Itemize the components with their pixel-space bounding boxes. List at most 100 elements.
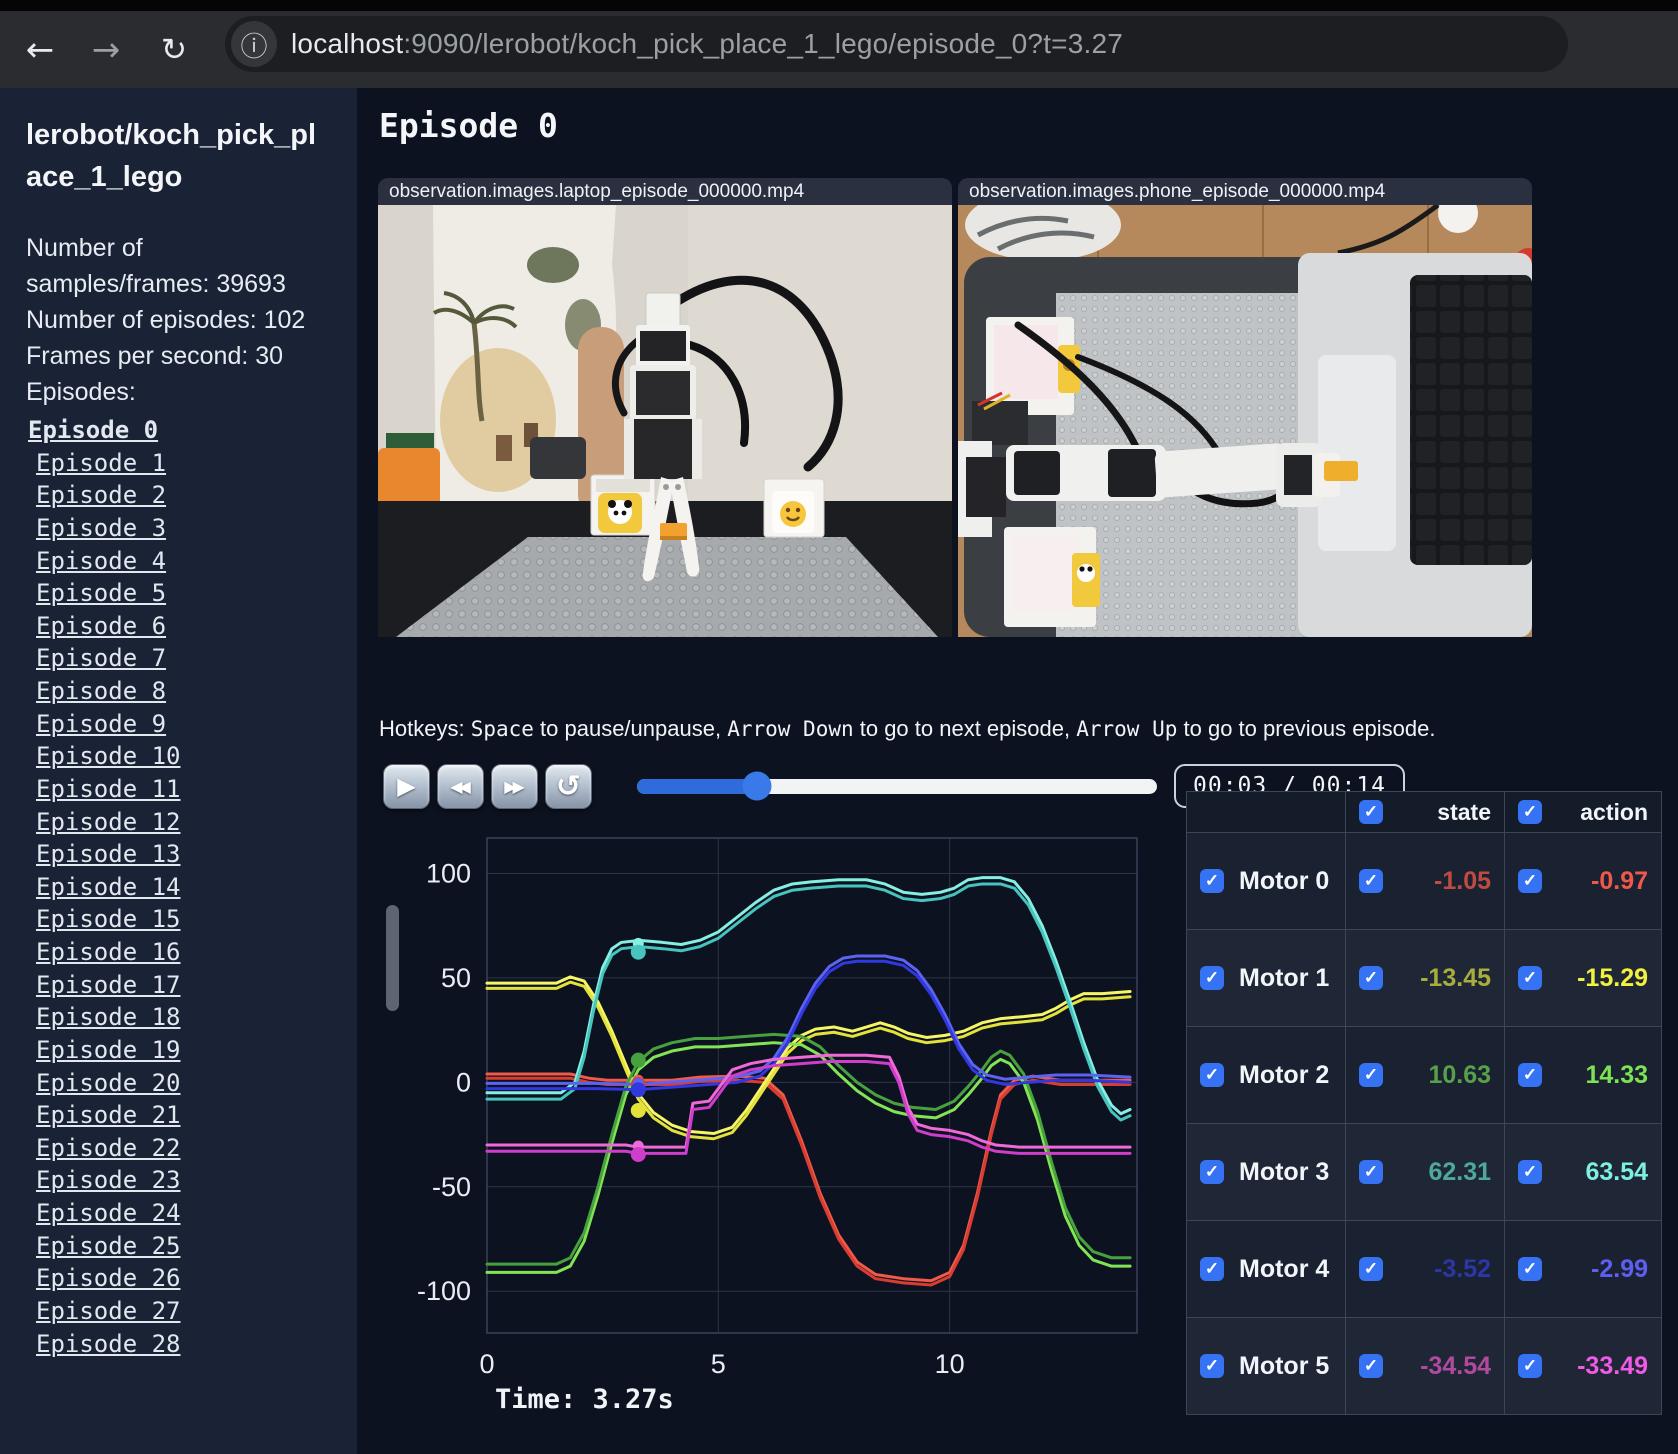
state-value: 10.63 bbox=[1428, 1060, 1491, 1089]
sidebar-episode-link[interactable]: Episode 6 bbox=[26, 610, 335, 643]
sidebar-episode-link[interactable]: Episode 20 bbox=[26, 1067, 335, 1100]
checkbox-checked[interactable]: ✓ bbox=[1518, 1354, 1542, 1378]
checkbox-checked[interactable]: ✓ bbox=[1359, 1257, 1383, 1281]
sidebar-episode-link[interactable]: Episode 4 bbox=[26, 545, 335, 578]
state-cell: ✓ -34.54 bbox=[1345, 1317, 1505, 1415]
address-bar[interactable]: ⓘ localhost:9090/lerobot/koch_pick_place… bbox=[225, 16, 1568, 72]
checkbox-checked[interactable]: ✓ bbox=[1518, 800, 1542, 824]
sidebar-episode-link[interactable]: Episode 25 bbox=[26, 1230, 335, 1263]
motor-row: ✓ Motor 2 ✓ 10.63 ✓ 14.33 bbox=[1186, 1026, 1662, 1124]
sidebar-episode-link[interactable]: Episode 16 bbox=[26, 936, 335, 969]
scrollbar-thumb[interactable] bbox=[386, 905, 399, 1011]
browser-back-icon[interactable]: ← bbox=[10, 11, 70, 88]
dataset-info-line: samples/frames: 39693 bbox=[26, 270, 286, 299]
checkbox-checked[interactable]: ✓ bbox=[1518, 869, 1542, 893]
sidebar-episode-link[interactable]: Episode 2 bbox=[26, 479, 335, 512]
column-header-action: ✓ action bbox=[1504, 791, 1662, 833]
sidebar-episode-link[interactable]: Episode 18 bbox=[26, 1001, 335, 1034]
sidebar-episode-link[interactable]: Episode 3 bbox=[26, 512, 335, 545]
motor-chart[interactable]: 100 50 0 -50 -100 0 5 10 bbox=[375, 788, 1155, 1433]
checkbox-checked[interactable]: ✓ bbox=[1359, 1063, 1383, 1087]
motor-name-cell: ✓ Motor 0 bbox=[1186, 832, 1346, 930]
laptop-video[interactable] bbox=[378, 205, 952, 637]
window-top-strip bbox=[0, 0, 1678, 11]
site-info-icon[interactable]: ⓘ bbox=[231, 21, 277, 67]
checkbox-checked[interactable]: ✓ bbox=[1359, 1160, 1383, 1184]
sidebar-episode-link[interactable]: Episode 17 bbox=[26, 969, 335, 1002]
main-content: Episode 0 observation.images.laptop_epis… bbox=[357, 88, 1678, 1454]
action-value: -2.99 bbox=[1591, 1254, 1648, 1283]
svg-text:0: 0 bbox=[479, 1349, 494, 1379]
checkbox-checked[interactable]: ✓ bbox=[1359, 1354, 1383, 1378]
sidebar-episode-link[interactable]: Episode 23 bbox=[26, 1164, 335, 1197]
motor-name-cell: ✓ Motor 1 bbox=[1186, 929, 1346, 1027]
laptop-video-card[interactable]: observation.images.laptop_episode_000000… bbox=[378, 178, 952, 637]
state-value: 62.31 bbox=[1428, 1157, 1491, 1186]
hotkeys-prefix: Hotkeys: bbox=[379, 716, 471, 741]
laptop-video-caption: observation.images.laptop_episode_000000… bbox=[378, 178, 952, 205]
sidebar-episode-link[interactable]: Episode 8 bbox=[26, 675, 335, 708]
browser-forward-icon[interactable]: → bbox=[76, 11, 136, 88]
motor-name-cell: ✓ Motor 5 bbox=[1186, 1317, 1346, 1415]
checkbox-checked[interactable]: ✓ bbox=[1200, 1354, 1224, 1378]
page-title: Episode 0 bbox=[379, 106, 558, 145]
sidebar-episode-link[interactable]: Episode 13 bbox=[26, 838, 335, 871]
svg-text:50: 50 bbox=[441, 963, 471, 993]
sidebar-episode-link[interactable]: Episode 11 bbox=[26, 773, 335, 806]
sidebar-episode-link[interactable]: Episode 19 bbox=[26, 1034, 335, 1067]
chart-time-label: Time: 3.27s bbox=[495, 1384, 674, 1415]
hotkey-arrow-down: Arrow Down bbox=[727, 717, 854, 741]
checkbox-checked[interactable]: ✓ bbox=[1518, 1063, 1542, 1087]
sidebar-episode-link[interactable]: Episode 7 bbox=[26, 642, 335, 675]
sidebar-episode-link[interactable]: Episode 15 bbox=[26, 903, 335, 936]
checkbox-checked[interactable]: ✓ bbox=[1200, 1063, 1224, 1087]
hotkey-arrow-up: Arrow Up bbox=[1076, 717, 1178, 741]
sidebar-episode-link[interactable]: Episode 0 bbox=[26, 414, 335, 447]
sidebar-episode-link[interactable]: Episode 27 bbox=[26, 1295, 335, 1328]
sidebar-episode-link[interactable]: Episode 9 bbox=[26, 708, 335, 741]
phone-video-caption: observation.images.phone_episode_000000.… bbox=[958, 178, 1532, 205]
action-value: -15.29 bbox=[1577, 963, 1648, 992]
checkbox-checked[interactable]: ✓ bbox=[1518, 966, 1542, 990]
hotkey-space: Space bbox=[470, 717, 534, 741]
motor-label: Motor 0 bbox=[1239, 866, 1330, 895]
phone-video-scene bbox=[958, 189, 1532, 637]
sidebar-episode-link[interactable]: Episode 28 bbox=[26, 1328, 335, 1361]
phone-video-card[interactable]: observation.images.phone_episode_000000.… bbox=[958, 178, 1532, 637]
svg-text:-50: -50 bbox=[432, 1172, 471, 1202]
checkbox-checked[interactable]: ✓ bbox=[1359, 869, 1383, 893]
action-cell: ✓ -2.99 bbox=[1504, 1220, 1662, 1318]
checkbox-checked[interactable]: ✓ bbox=[1200, 1160, 1224, 1184]
checkbox-checked[interactable]: ✓ bbox=[1518, 1160, 1542, 1184]
motor-name-cell: ✓ Motor 2 bbox=[1186, 1026, 1346, 1124]
checkbox-checked[interactable]: ✓ bbox=[1200, 869, 1224, 893]
column-header-label: state bbox=[1437, 798, 1491, 825]
checkbox-checked[interactable]: ✓ bbox=[1359, 800, 1383, 824]
url-text[interactable]: localhost:9090/lerobot/koch_pick_place_1… bbox=[291, 28, 1123, 60]
motor-label: Motor 5 bbox=[1239, 1351, 1330, 1380]
browser-chrome: ← → ↻ ⓘ localhost:9090/lerobot/koch_pick… bbox=[0, 0, 1678, 88]
state-value: -3.52 bbox=[1434, 1254, 1491, 1283]
checkbox-checked[interactable]: ✓ bbox=[1359, 966, 1383, 990]
motor-row: ✓ Motor 3 ✓ 62.31 ✓ 63.54 bbox=[1186, 1123, 1662, 1221]
checkbox-checked[interactable]: ✓ bbox=[1200, 1257, 1224, 1281]
motor-label: Motor 4 bbox=[1239, 1254, 1330, 1283]
checkbox-checked[interactable]: ✓ bbox=[1518, 1257, 1542, 1281]
checkbox-checked[interactable]: ✓ bbox=[1200, 966, 1224, 990]
action-value: -33.49 bbox=[1577, 1351, 1648, 1380]
sidebar-episode-link[interactable]: Episode 26 bbox=[26, 1262, 335, 1295]
table-corner-cell bbox=[1186, 791, 1346, 833]
motor-table: ✓ state ✓ action ✓ Motor 0 ✓ -1.05 ✓ -0.97 ✓ Motor … bbox=[1186, 791, 1662, 1415]
sidebar-episode-link[interactable]: Episode 14 bbox=[26, 871, 335, 904]
sidebar-episode-link[interactable]: Episode 24 bbox=[26, 1197, 335, 1230]
sidebar-episode-link[interactable]: Episode 21 bbox=[26, 1099, 335, 1132]
sidebar-episode-link[interactable]: Episode 12 bbox=[26, 806, 335, 839]
sidebar-episode-link[interactable]: Episode 10 bbox=[26, 740, 335, 773]
dataset-info-line: Number of bbox=[26, 234, 143, 263]
sidebar-episode-link[interactable]: Episode 22 bbox=[26, 1132, 335, 1165]
motor-row: ✓ Motor 0 ✓ -1.05 ✓ -0.97 bbox=[1186, 832, 1662, 930]
sidebar-episode-link[interactable]: Episode 5 bbox=[26, 577, 335, 610]
sidebar-episode-link[interactable]: Episode 1 bbox=[26, 447, 335, 480]
browser-reload-icon[interactable]: ↻ bbox=[144, 11, 204, 88]
phone-video[interactable] bbox=[958, 189, 1532, 637]
